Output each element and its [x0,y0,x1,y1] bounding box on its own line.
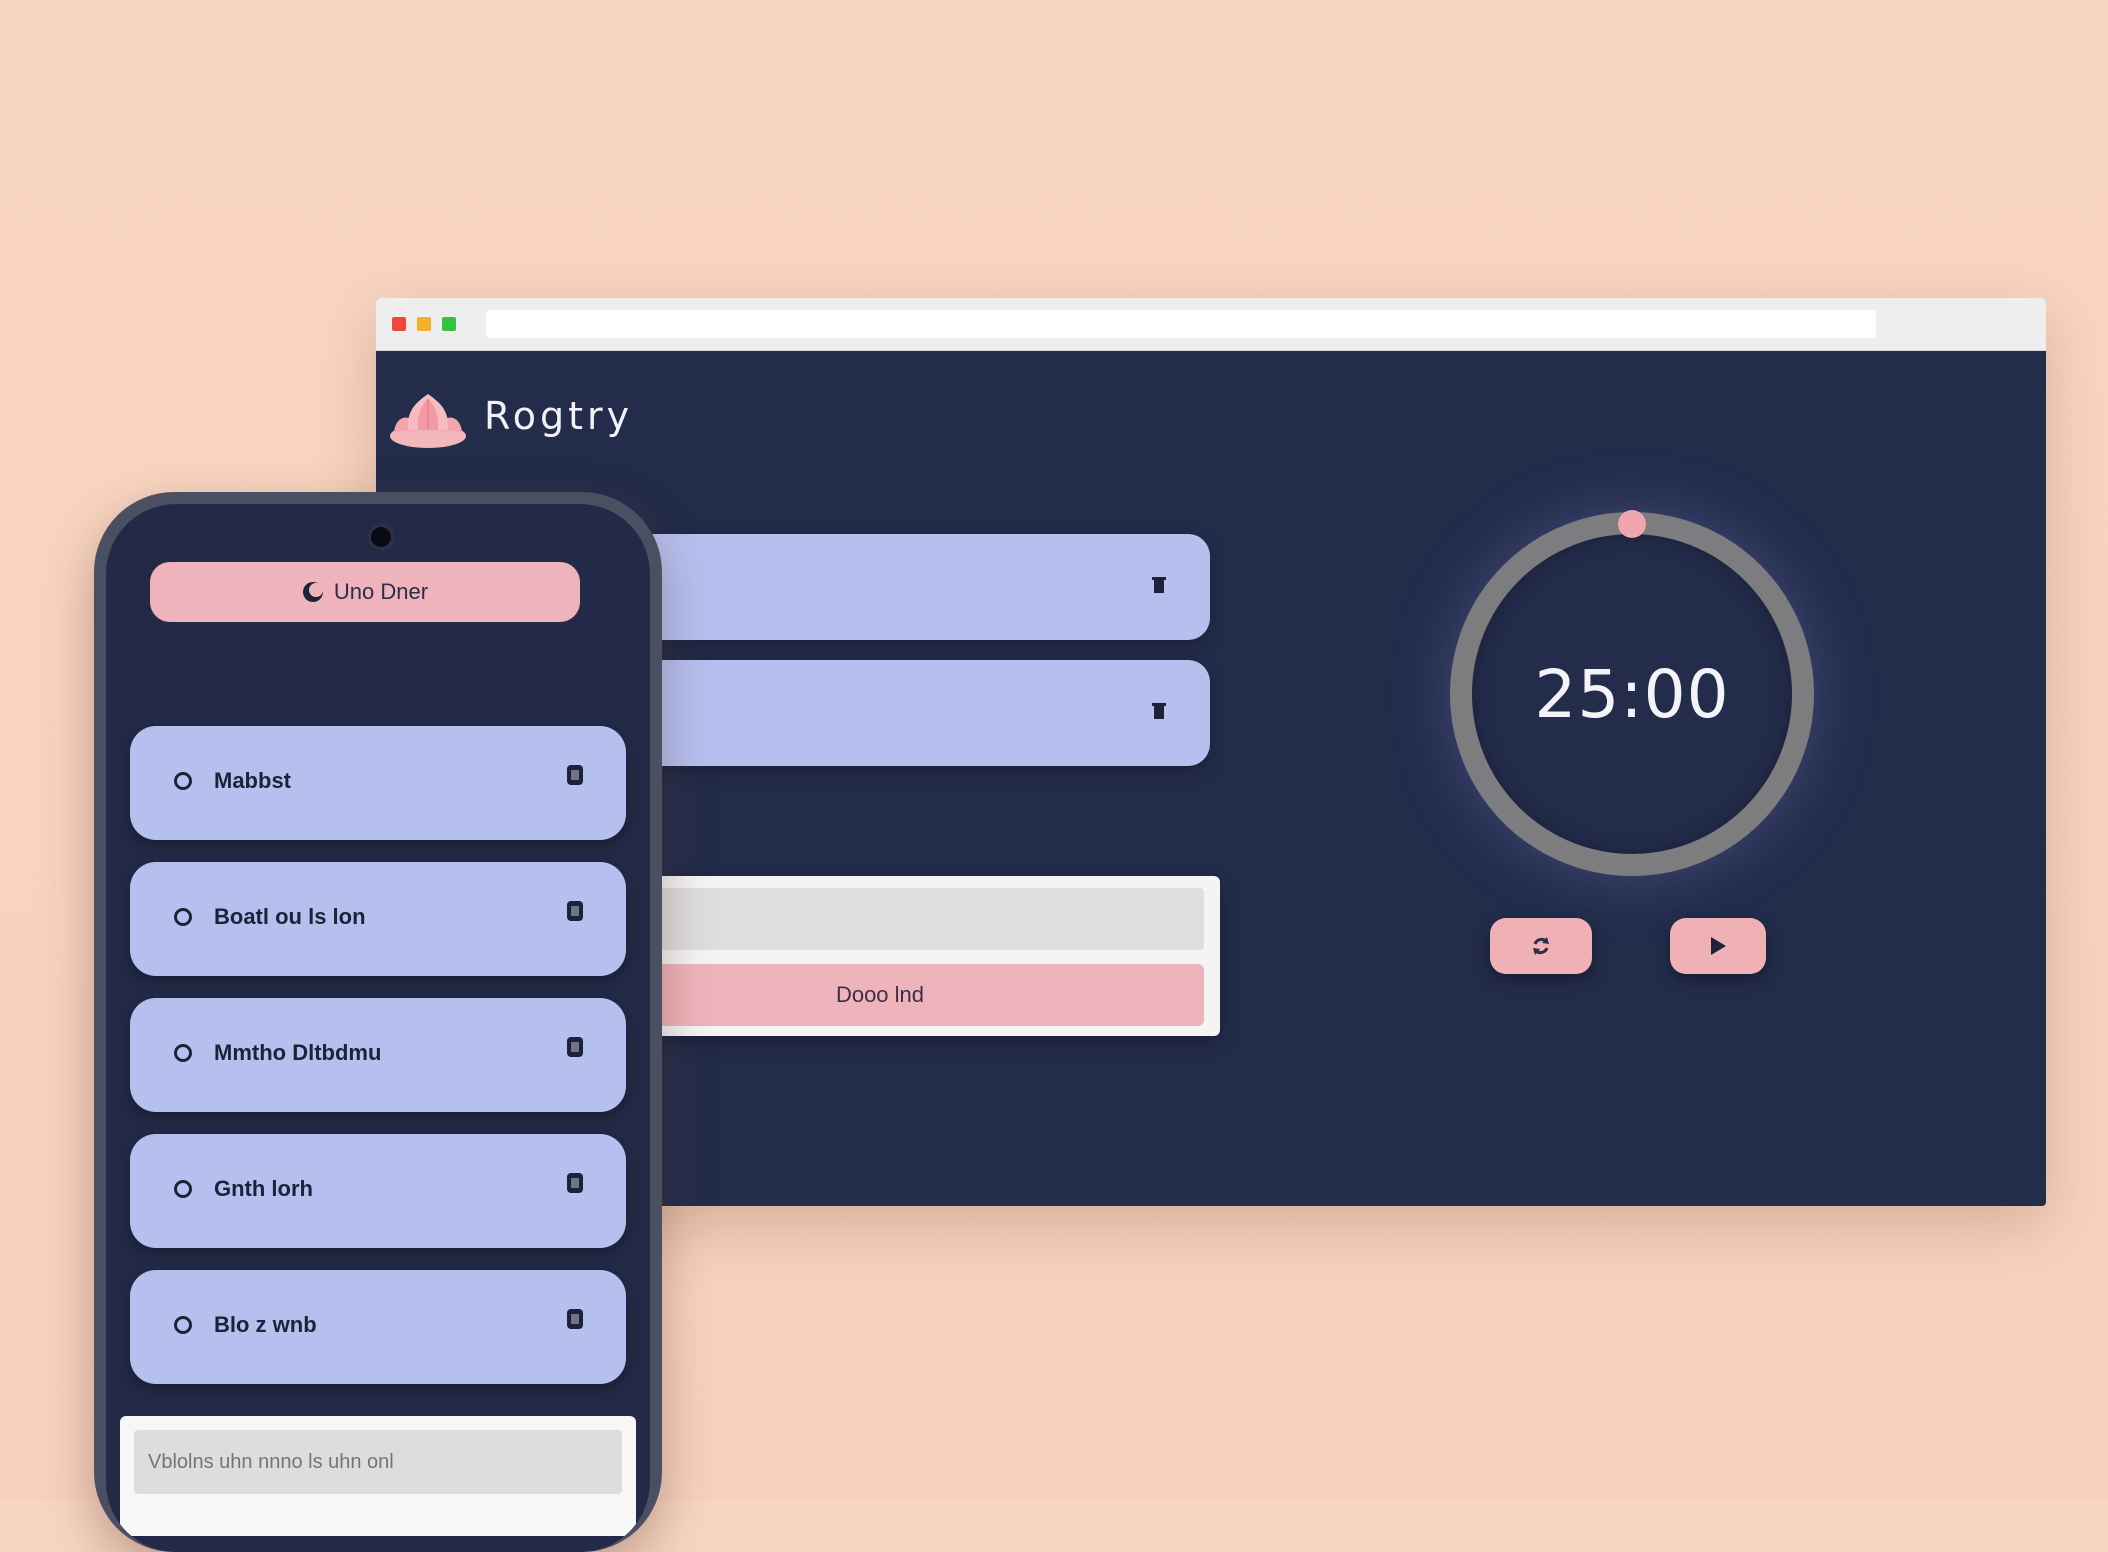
browser-titlebar [376,298,2046,351]
timer-display: 25:00 [1534,655,1730,733]
phone-task-card[interactable]: Boatl ou ls lon [130,862,626,976]
task-checkbox[interactable] [174,772,192,790]
phone-task-card[interactable]: Mabbst [130,726,626,840]
task-label: Gnth lorh [214,1176,313,1201]
refresh-icon [1533,937,1549,955]
trash-icon[interactable] [1148,572,1170,598]
app-name: Rogtry [484,394,634,438]
phone-add-task-panel [120,1416,636,1536]
maximize-window-button[interactable] [442,317,456,331]
phone-device: Uno Dner Mabbst Boatl ou ls lon Mmtho Dl… [94,492,662,1552]
trash-icon[interactable] [566,764,584,791]
task-checkbox[interactable] [174,1180,192,1198]
phone-header-label: Uno Dner [333,579,429,604]
camera-icon [368,524,394,550]
pomodoro-timer: 25:00 [1450,510,1814,876]
phone-task-input[interactable] [134,1430,622,1494]
trash-icon[interactable] [566,1308,584,1335]
close-window-button[interactable] [392,317,406,331]
reset-button[interactable] [1490,918,1592,974]
phone-screen: Uno Dner Mabbst Boatl ou ls lon Mmtho Dl… [106,504,650,1552]
play-button[interactable] [1670,918,1766,974]
task-checkbox[interactable] [174,1044,192,1062]
minimize-window-button[interactable] [417,317,431,331]
moon-icon [302,582,323,602]
trash-icon[interactable] [1148,698,1170,724]
phone-task-card[interactable]: Gnth lorh [130,1134,626,1248]
task-label: Blo z wnb [214,1312,317,1337]
task-label: Mmtho Dltbdmu [214,1040,382,1065]
trash-icon[interactable] [566,900,584,927]
task-checkbox[interactable] [174,908,192,926]
app-brand: Rogtry [386,374,633,458]
trash-icon[interactable] [566,1036,584,1063]
phone-task-card[interactable]: Blo z wnb [130,1270,626,1384]
phone-header-button[interactable]: Uno Dner [150,562,580,622]
task-label: Mabbst [214,768,291,793]
task-checkbox[interactable] [174,1316,192,1334]
trash-icon[interactable] [566,1172,584,1199]
play-icon [1711,937,1726,955]
address-bar[interactable] [486,310,1876,338]
lotus-logo-icon [390,394,466,448]
phone-task-card[interactable]: Mmtho Dltbdmu [130,998,626,1112]
task-label: Boatl ou ls lon [214,904,366,929]
